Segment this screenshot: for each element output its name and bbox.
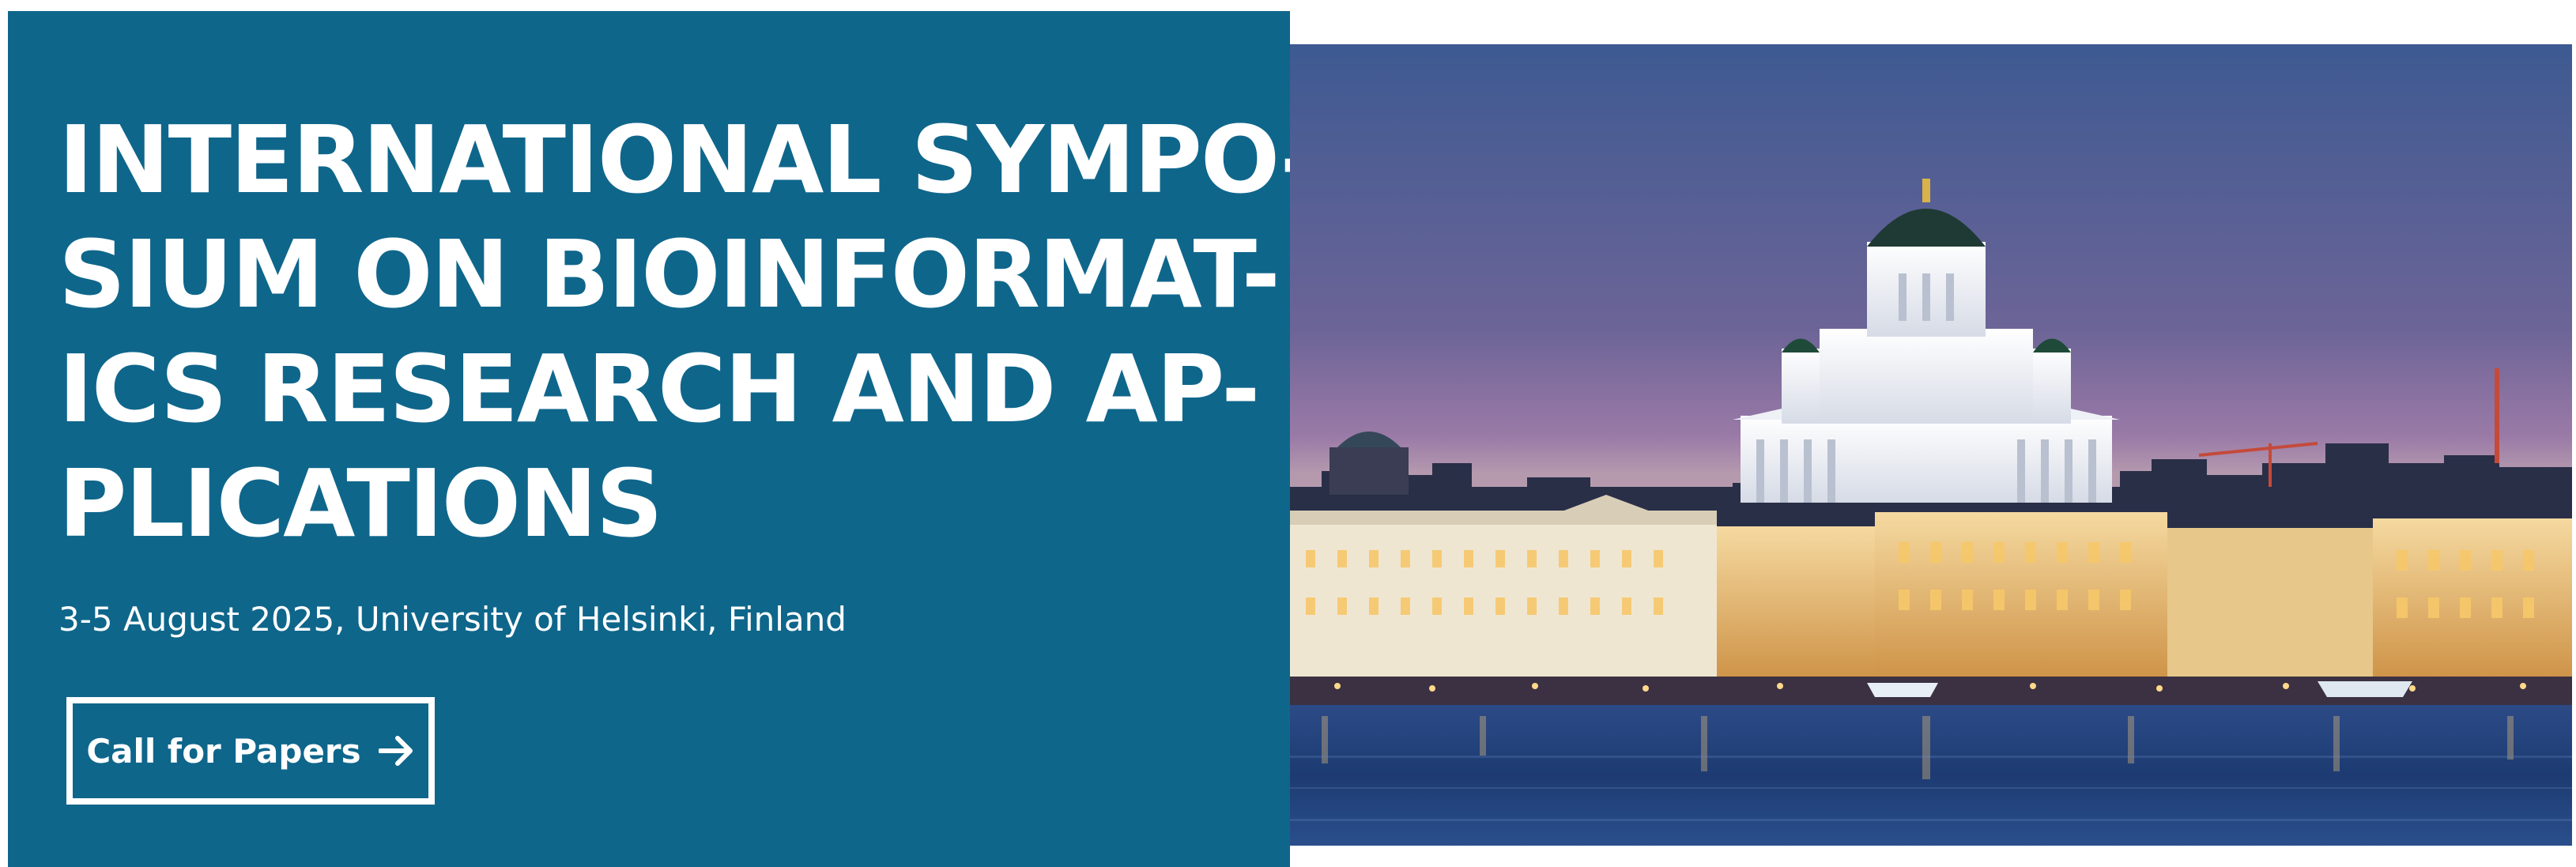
title-line-3: ICS RESEARCH AND AP- (58, 334, 1260, 443)
event-date-location: 3-5 August 2025, University of Helsinki,… (58, 600, 847, 639)
arrow-right-icon (377, 735, 415, 767)
title-line-4: PLICATIONS (58, 449, 663, 558)
hero-text-panel: INTERNATIONAL SYMPO- SIUM ON BIOINFORMAT… (8, 11, 1318, 867)
call-for-papers-button[interactable]: Call for Papers (66, 697, 435, 805)
hero-banner: INTERNATIONAL SYMPO- SIUM ON BIOINFORMAT… (0, 0, 2576, 867)
page-title: INTERNATIONAL SYMPO- SIUM ON BIOINFORMAT… (58, 103, 1318, 561)
call-for-papers-label: Call for Papers (86, 731, 361, 771)
title-line-2: SIUM ON BIOINFORMAT- (58, 220, 1280, 329)
title-line-1: INTERNATIONAL SYMPO- (58, 105, 1318, 214)
helsinki-cityscape-image (1290, 44, 2572, 846)
